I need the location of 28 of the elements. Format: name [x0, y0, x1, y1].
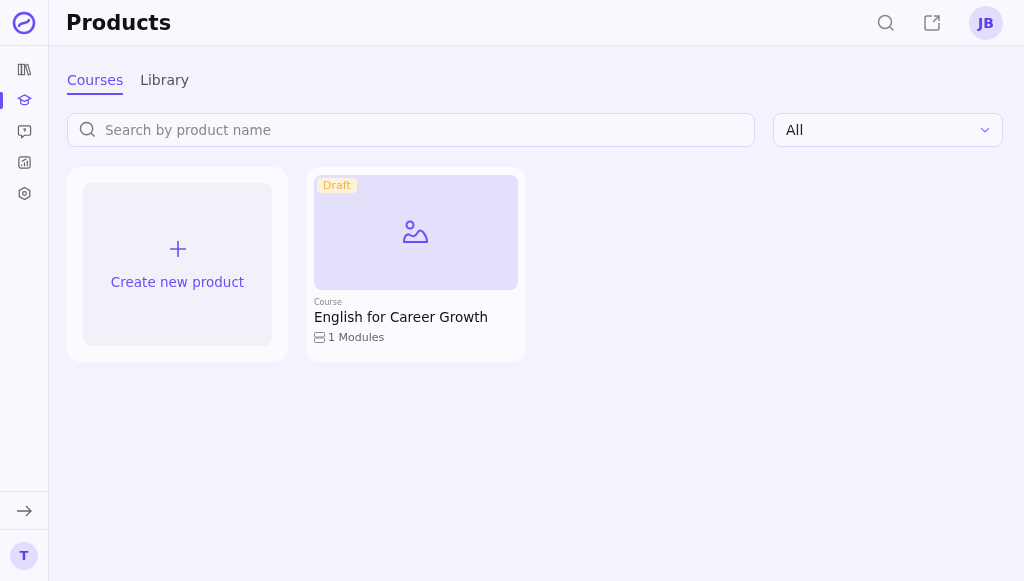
- chevron-down-icon: [980, 127, 990, 133]
- product-title: English for Career Growth: [314, 309, 490, 325]
- create-product-button[interactable]: Create new product: [83, 183, 272, 346]
- tab[interactable]: Courses: [67, 70, 124, 95]
- user-avatar[interactable]: JB: [969, 5, 1003, 40]
- status-badge: Draft: [317, 178, 357, 193]
- plus-icon: [168, 239, 187, 258]
- tab[interactable]: Library: [140, 70, 190, 95]
- module-count: 1 Modules: [328, 331, 385, 344]
- page-title: Products: [66, 10, 172, 35]
- image-icon: [402, 219, 430, 246]
- logo-icon[interactable]: [12, 10, 36, 35]
- search-icon[interactable]: [877, 13, 895, 32]
- chart-icon[interactable]: [16, 155, 32, 170]
- arrow-right-icon[interactable]: [16, 504, 32, 517]
- search-field[interactable]: Search by product name: [67, 113, 755, 147]
- create-label: Create new product: [110, 273, 245, 290]
- graduation-cap-icon[interactable]: [16, 93, 32, 108]
- settings-icon[interactable]: [16, 186, 32, 201]
- search-icon: [79, 121, 96, 138]
- modules-icon: [314, 332, 325, 343]
- product-type: Course: [314, 298, 343, 307]
- external-link-icon[interactable]: [923, 13, 941, 32]
- books-icon[interactable]: [16, 62, 32, 77]
- question-bubble-icon[interactable]: [16, 124, 32, 139]
- filter-dropdown[interactable]: All: [773, 113, 1003, 147]
- user-avatar[interactable]: T: [10, 541, 38, 570]
- product-card[interactable]: Draft Course English for Career Growth 1 Modules: [306, 167, 526, 362]
